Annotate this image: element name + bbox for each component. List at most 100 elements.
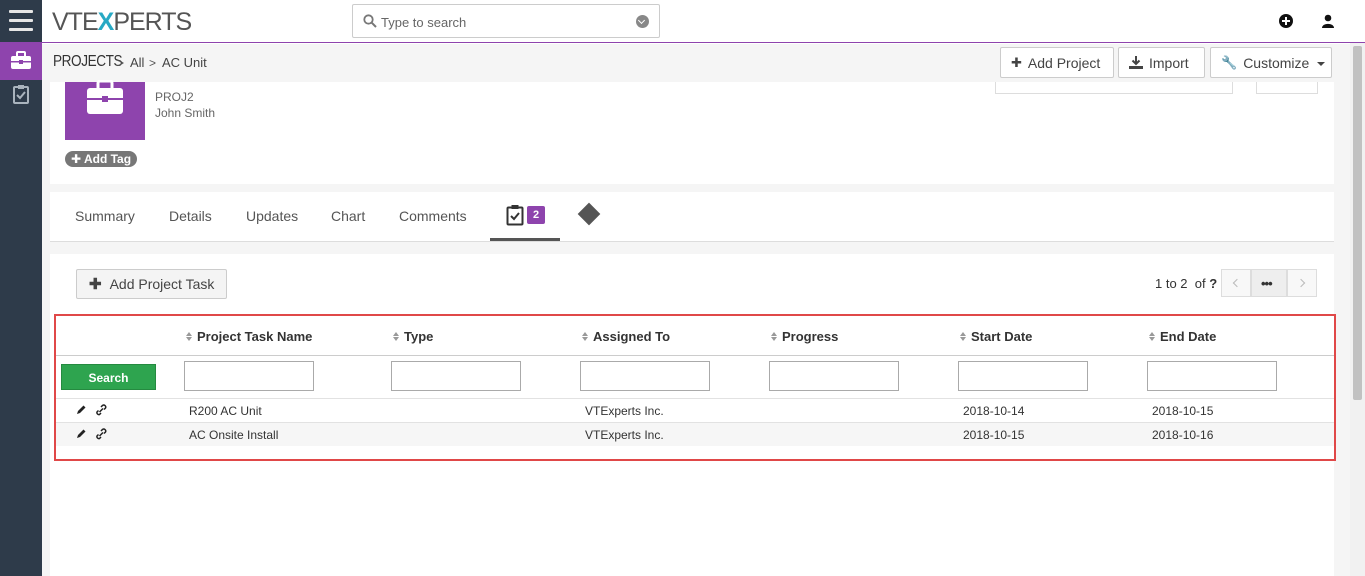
breadcrumb: PROJECTS > All > AC Unit ✚ Add Project Im… [42,44,1350,82]
column-header-label: Start Date [971,329,1033,344]
column-header-label: Type [404,329,434,344]
column-header-label: End Date [1160,329,1217,344]
tab-comments[interactable]: Comments [399,208,467,224]
previous-page-button[interactable] [1221,269,1251,297]
cell-name[interactable]: AC Onsite Install [189,428,278,442]
projects-module-icon[interactable] [0,42,42,80]
cell-end-date: 2018-10-16 [1152,428,1214,442]
record-owner: John Smith [155,106,216,120]
tab-summary[interactable]: Summary [75,208,135,224]
breadcrumb-separator-icon: > [117,56,125,70]
clipboard-check-icon [506,205,524,226]
add-project-button[interactable]: ✚ Add Project [1000,47,1114,78]
ellipsis-icon: ••• [1261,276,1273,291]
tab-project-tasks[interactable]: 2 [490,192,560,241]
add-tag-label: Add Tag [83,152,132,166]
add-project-label: Add Project [1027,54,1101,71]
wrench-icon: 🔧 [1221,54,1238,70]
table-row[interactable]: AC Onsite Install VTExperts Inc. 2018-10… [56,422,1334,446]
column-header-start-date[interactable]: Start Date [960,329,1032,344]
task-count-badge: 2 [527,206,545,224]
pagination-info: 1 to 2 of ? [1155,276,1217,291]
cell-assigned: VTExperts Inc. [585,404,664,418]
plus-icon: ✚ [1011,54,1022,70]
pencil-icon[interactable] [75,404,87,416]
breadcrumb-record: AC Unit [162,55,207,70]
column-header-type[interactable]: Type [393,329,433,344]
chevron-down-icon[interactable] [636,15,649,28]
tab-updates[interactable]: Updates [246,208,298,224]
filter-progress-input[interactable] [769,361,899,391]
top-bar: VTEXPERTS [42,0,1365,43]
customize-label: Customize [1243,54,1310,71]
project-tasks-panel: ✚ Add Project Task 1 to 2 of ? ••• Projec… [50,254,1336,576]
cell-name[interactable]: R200 AC Unit [189,404,262,418]
user-icon[interactable] [1321,14,1335,28]
filter-assigned-input[interactable] [580,361,710,391]
pagination-of: of [1194,276,1206,291]
record-number: PROJ2 [155,90,194,104]
chevron-left-icon [1232,278,1242,288]
project-record-icon [65,80,145,140]
sort-icon [1149,332,1155,341]
cell-start-date: 2018-10-14 [963,404,1025,418]
column-header-label: Project Task Name [197,329,313,344]
add-tag-button[interactable]: ✚ Add Tag [65,151,138,167]
plus-icon: ✚ [89,276,102,293]
pagination-total[interactable]: ? [1209,276,1217,291]
column-header-end-date[interactable]: End Date [1149,329,1216,344]
cell-end-date: 2018-10-15 [1152,404,1214,418]
sort-icon [186,332,192,341]
clipboard-check-icon[interactable] [12,84,30,104]
record-action-buttons[interactable] [995,82,1233,94]
customize-button[interactable]: 🔧 Customize [1210,47,1332,78]
filter-start-date-input[interactable] [958,361,1088,391]
scrollbar-thumb[interactable] [1353,46,1362,400]
hamburger-menu-icon[interactable] [9,10,33,32]
cell-assigned: VTExperts Inc. [585,428,664,442]
pagination-range: 1 to 2 [1155,276,1188,291]
link-icon[interactable] [95,428,107,440]
pencil-icon[interactable] [75,428,87,440]
search-input[interactable] [381,11,621,33]
cell-start-date: 2018-10-15 [963,428,1025,442]
filter-end-date-input[interactable] [1147,361,1277,391]
tab-details[interactable]: Details [169,208,212,224]
milestone-diamond-icon[interactable] [577,202,601,226]
import-button[interactable]: Import [1118,47,1205,78]
filter-name-input[interactable] [184,361,314,391]
column-header-label: Assigned To [593,329,671,344]
tab-chart[interactable]: Chart [331,208,365,224]
breadcrumb-module[interactable]: PROJECTS [53,53,123,71]
column-header-name[interactable]: Project Task Name [186,329,312,344]
add-project-task-label: Add Project Task [109,276,215,292]
record-nav-buttons[interactable] [1256,82,1318,94]
sort-icon [582,332,588,341]
table-row[interactable]: R200 AC Unit VTExperts Inc. 2018-10-14 2… [56,398,1334,422]
column-header-progress[interactable]: Progress [771,329,838,344]
app-rail [0,0,42,576]
next-page-button[interactable] [1287,269,1317,297]
add-project-task-button[interactable]: ✚ Add Project Task [76,269,228,299]
tab-bar: Summary Details Updates Chart Comments 2 [50,192,1334,242]
breadcrumb-filter[interactable]: All [130,55,144,70]
header-divider [56,355,1334,356]
filter-type-input[interactable] [391,361,521,391]
sort-icon [393,332,399,341]
add-circle-icon[interactable] [1279,14,1293,28]
search-button[interactable]: Search [61,364,156,390]
search-icon [363,14,377,28]
vtexperts-logo[interactable]: VTEXPERTS [52,9,192,35]
global-search[interactable] [352,4,660,38]
link-icon[interactable] [95,404,107,416]
column-header-assigned[interactable]: Assigned To [582,329,670,344]
page-jump-button[interactable]: ••• [1251,269,1287,297]
import-label: Import [1149,54,1189,71]
sort-icon [771,332,777,341]
column-header-label: Progress [782,329,839,344]
sort-icon [960,332,966,341]
main-content: PROJECTS > All > AC Unit ✚ Add Project Im… [42,44,1350,576]
breadcrumb-separator-icon: > [149,56,157,70]
download-icon [1129,56,1143,69]
caret-down-icon [1317,61,1326,66]
